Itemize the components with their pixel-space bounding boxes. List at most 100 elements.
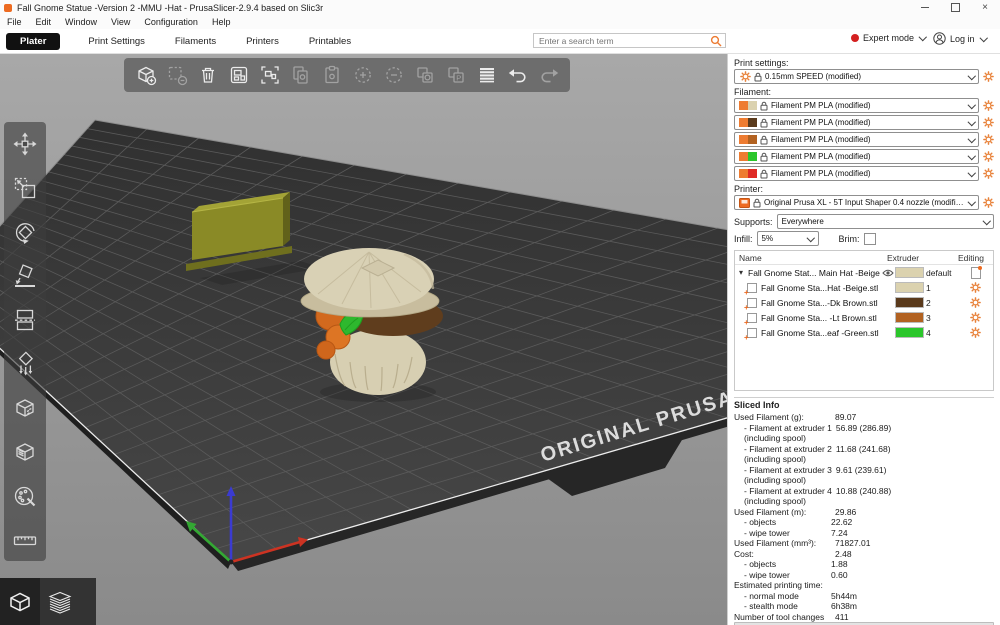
tab-printables[interactable]: Printables: [307, 33, 353, 50]
editor-view-toggle[interactable]: [0, 578, 40, 625]
chevron-down-icon: [967, 100, 976, 109]
lock-icon: [760, 169, 768, 179]
filament-select[interactable]: Filament PM PLA (modified): [734, 132, 979, 147]
print-settings-gear-button[interactable]: [982, 71, 994, 83]
printer-settings-gear-button[interactable]: [982, 197, 994, 209]
seam-painting-icon[interactable]: [12, 438, 39, 465]
part-cube-icon: [744, 297, 757, 312]
mmu-painting-icon[interactable]: [12, 482, 39, 509]
part-settings-gear-icon[interactable]: [970, 297, 982, 309]
minimize-button[interactable]: [910, 0, 940, 15]
object-row-root[interactable]: ▾ Fall Gnome Stat... Main Hat -Beige def…: [735, 265, 993, 280]
filament-select[interactable]: Filament PM PLA (modified): [734, 98, 979, 113]
undo-icon[interactable]: [506, 64, 529, 87]
expert-mode-label: Expert mode: [863, 33, 915, 43]
support-painting-icon[interactable]: [12, 350, 39, 377]
add-object-icon[interactable]: [134, 64, 157, 87]
filament-color-swatch: [739, 118, 757, 127]
menu-window[interactable]: Window: [58, 17, 104, 27]
variable-layer-height-icon[interactable]: [475, 64, 498, 87]
filament-settings-gear-button[interactable]: [982, 134, 994, 146]
main-tabs: Plater Print Settings Filaments Printers Pri…: [0, 32, 353, 50]
filament-select[interactable]: Filament PM PLA (modified): [734, 166, 979, 181]
sliced-info-row: Used Filament (mm³): 71827.01: [734, 538, 871, 549]
search-box[interactable]: [533, 33, 726, 48]
prusaslicer-window: Fall Gnome Statue -Version 2 -MMU -Hat -…: [0, 0, 1000, 625]
close-button[interactable]: ×: [970, 0, 1000, 15]
filament-settings-gear-button[interactable]: [982, 151, 994, 163]
part-cube-icon: [744, 327, 757, 342]
printer-select[interactable]: Original Prusa XL - 5T Input Shaper 0.4 …: [734, 195, 979, 210]
delete-all-icon[interactable]: [196, 64, 219, 87]
extruder-color-swatch[interactable]: [895, 327, 924, 338]
print-settings-select[interactable]: 0.15mm SPEED (modified): [734, 69, 979, 84]
redo-icon: [537, 64, 560, 87]
tab-filaments[interactable]: Filaments: [173, 33, 218, 50]
tab-plater[interactable]: Plater: [6, 32, 61, 50]
sliced-info-row: (including spool): [744, 433, 806, 444]
infill-label: Infill:: [734, 233, 753, 244]
lock-icon: [760, 118, 768, 128]
filament-settings-gear-button[interactable]: [982, 100, 994, 112]
delete-icon: [165, 64, 188, 87]
sliced-info-row: (including spool): [744, 454, 806, 465]
search-icon[interactable]: [710, 35, 722, 47]
part-settings-gear-icon[interactable]: [970, 312, 982, 324]
fuzzy-skin-icon[interactable]: [12, 394, 39, 421]
menu-edit[interactable]: Edit: [29, 17, 59, 27]
extruder-color-swatch[interactable]: [895, 267, 924, 278]
scale-icon[interactable]: [12, 174, 39, 201]
paste-icon: [320, 64, 343, 87]
move-icon[interactable]: [12, 130, 39, 157]
part-settings-gear-icon[interactable]: [970, 327, 982, 339]
sliced-info-row: - stealth mode 6h38m: [744, 601, 857, 612]
visibility-eye-icon[interactable]: [880, 269, 895, 277]
extruder-color-swatch[interactable]: [895, 297, 924, 308]
chevron-down-icon: [967, 71, 976, 80]
copy-icon: [289, 64, 312, 87]
object-list-header: Name Extruder Editing: [735, 251, 993, 265]
part-settings-gear-icon[interactable]: [970, 282, 982, 294]
object-row-part[interactable]: Fall Gnome Sta... -Lt Brown.stl 3: [735, 310, 993, 327]
scene-canvas[interactable]: ORIGINAL PRUSA XL: [0, 54, 727, 625]
arrange-current-bed-icon[interactable]: [258, 64, 281, 87]
object-row-part[interactable]: Fall Gnome Sta...-Dk Brown.stl 2: [735, 295, 993, 312]
place-on-face-icon[interactable]: [12, 262, 39, 289]
maximize-button[interactable]: [940, 0, 970, 15]
brim-checkbox[interactable]: [863, 232, 876, 245]
profile-gear-icon: [739, 71, 751, 83]
svg-text:P: P: [456, 73, 461, 82]
rotate-icon[interactable]: [12, 218, 39, 245]
chevron-down-icon: [979, 33, 988, 42]
preview-view-toggle[interactable]: [40, 578, 80, 625]
menu-file[interactable]: File: [0, 17, 29, 27]
sliced-info-row: - wipe tower 0.60: [744, 569, 848, 580]
filament-select[interactable]: Filament PM PLA (modified): [734, 115, 979, 130]
title-bar: Fall Gnome Statue -Version 2 -MMU -Hat -…: [0, 0, 1000, 15]
3d-viewport[interactable]: ORIGINAL PRUSA XL P: [0, 54, 727, 625]
tab-printers[interactable]: Printers: [244, 33, 281, 50]
filament-settings-gear-button[interactable]: [982, 117, 994, 129]
supports-select[interactable]: Everywhere: [776, 214, 994, 229]
menu-view[interactable]: View: [104, 17, 137, 27]
filament-select[interactable]: Filament PM PLA (modified): [734, 149, 979, 164]
search-input[interactable]: [537, 34, 710, 47]
mode-selector[interactable]: Expert mode: [851, 33, 927, 43]
expand-caret-icon[interactable]: ▾: [739, 268, 748, 277]
arrange-icon[interactable]: [227, 64, 250, 87]
view-mode-toggles: [0, 578, 96, 625]
gizmo-toolbar: [4, 122, 46, 561]
menu-help[interactable]: Help: [205, 17, 238, 27]
login-button[interactable]: Log in: [933, 32, 988, 45]
filament-settings-gear-button[interactable]: [982, 168, 994, 180]
menu-configuration[interactable]: Configuration: [137, 17, 205, 27]
object-row-part[interactable]: Fall Gnome Sta...eaf -Green.stl 4: [735, 325, 993, 342]
tab-print-settings[interactable]: Print Settings: [86, 33, 147, 50]
measure-icon[interactable]: [12, 526, 39, 553]
object-row-part[interactable]: Fall Gnome Sta...Hat -Beige.stl 1: [735, 280, 993, 297]
extruder-color-swatch[interactable]: [895, 282, 924, 293]
cut-icon[interactable]: [12, 306, 39, 333]
edit-object-icon[interactable]: [970, 265, 982, 279]
infill-select[interactable]: 5%: [756, 231, 819, 246]
extruder-color-swatch[interactable]: [895, 312, 924, 323]
